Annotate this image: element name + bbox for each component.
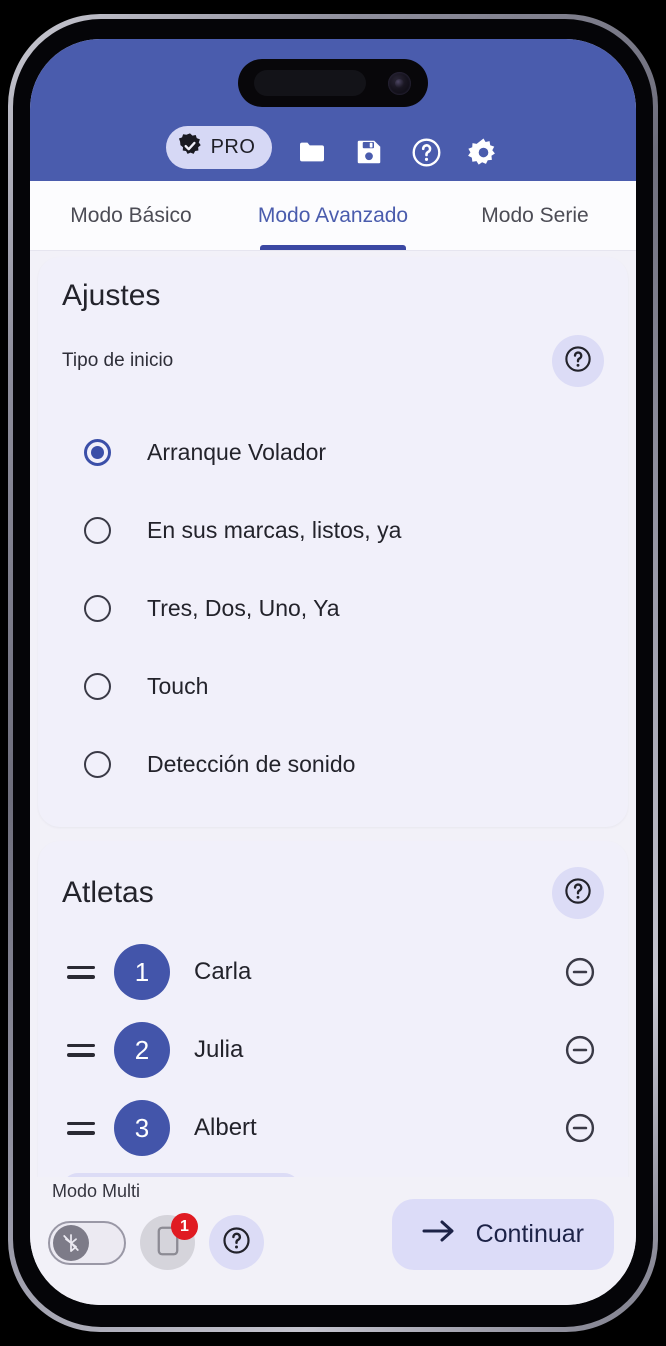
start-type-row: Tipo de inicio [62, 335, 604, 387]
drag-handle-icon[interactable] [66, 1043, 96, 1057]
radio-option-touch[interactable]: Touch [62, 647, 604, 725]
tab-modo-basico[interactable]: Modo Básico [30, 181, 232, 250]
bottom-bar: Modo Multi 1 Continuar [30, 1177, 636, 1305]
athlete-position-badge: 1 [114, 944, 170, 1000]
save-icon[interactable] [352, 135, 386, 169]
mode-tab-bar: Modo Básico Modo Avanzado Modo Serie [30, 181, 636, 251]
athletes-header: Atletas [62, 867, 604, 919]
bottom-help-button[interactable] [209, 1215, 264, 1270]
continue-label: Continuar [475, 1220, 584, 1248]
athletes-card: Atletas 1 Carla 2 Julia 3 Albert [38, 841, 628, 1177]
start-type-radio-group: Arranque Volador En sus marcas, listos, … [62, 413, 604, 803]
start-type-label: Tipo de inicio [62, 350, 174, 371]
continue-button[interactable]: Continuar [391, 1199, 614, 1270]
table-row[interactable]: 1 Carla [62, 933, 604, 1011]
radio-button-icon [84, 750, 111, 778]
folder-icon[interactable] [295, 135, 329, 169]
radio-option-tres-dos-uno-ya[interactable]: Tres, Dos, Uno, Ya [62, 569, 604, 647]
phone-screen: PRO Modo Básico Modo Avanzado Modo Serie… [30, 39, 636, 1305]
athlete-name: Carla [194, 958, 252, 985]
drag-handle-icon[interactable] [66, 965, 96, 979]
help-circle-icon [563, 344, 593, 378]
radio-option-label: Detección de sonido [147, 750, 356, 777]
content-scroll-area[interactable]: Ajustes Tipo de inicio Arranque Volador … [30, 251, 636, 1177]
front-camera-icon [388, 71, 411, 95]
help-circle-icon [563, 876, 593, 910]
bluetooth-off-icon [53, 1224, 89, 1261]
verified-badge-icon [176, 132, 204, 164]
tab-modo-serie[interactable]: Modo Serie [434, 181, 636, 250]
athlete-position-badge: 2 [114, 1022, 170, 1078]
multi-mode-label: Modo Multi [52, 1181, 141, 1201]
drag-handle-icon[interactable] [66, 1121, 96, 1135]
athlete-position-badge: 3 [114, 1100, 170, 1156]
bluetooth-toggle[interactable] [48, 1220, 126, 1265]
radio-option-en-sus-marcas[interactable]: En sus marcas, listos, ya [62, 491, 604, 569]
phone-bezel: PRO Modo Básico Modo Avanzado Modo Serie… [13, 19, 653, 1327]
athlete-name: Julia [194, 1036, 244, 1063]
radio-button-icon [84, 516, 111, 544]
radio-option-label: En sus marcas, listos, ya [147, 516, 402, 543]
settings-card: Ajustes Tipo de inicio Arranque Volador … [38, 257, 628, 827]
help-circle-icon [221, 1225, 252, 1260]
device-button[interactable]: 1 [140, 1213, 198, 1270]
settings-card-title: Ajustes [62, 279, 161, 312]
island-speaker-pill [254, 70, 366, 96]
radio-button-selected-icon [84, 438, 111, 466]
athletes-card-title: Atletas [62, 876, 154, 909]
athlete-name: Albert [194, 1114, 257, 1141]
tab-modo-avanzado[interactable]: Modo Avanzado [232, 181, 434, 250]
radio-option-arranque-volador[interactable]: Arranque Volador [62, 413, 604, 491]
remove-athlete-button[interactable] [560, 1108, 600, 1148]
settings-help-button[interactable] [552, 335, 604, 387]
remove-athlete-button[interactable] [560, 1030, 600, 1070]
pro-badge-label: PRO [210, 136, 256, 158]
radio-option-label: Tres, Dos, Uno, Ya [147, 594, 340, 621]
bottom-controls: 1 [48, 1213, 264, 1270]
arrow-right-icon [422, 1218, 456, 1251]
remove-athlete-button[interactable] [560, 952, 600, 992]
radio-option-deteccion-de-sonido[interactable]: Detección de sonido [62, 725, 604, 803]
pro-badge-button[interactable]: PRO [165, 126, 273, 169]
radio-option-label: Arranque Volador [147, 438, 327, 465]
table-row[interactable]: 3 Albert [62, 1089, 604, 1167]
dynamic-island [238, 59, 428, 107]
radio-button-icon [84, 672, 111, 700]
settings-gear-icon[interactable] [466, 135, 500, 169]
radio-option-label: Touch [147, 672, 209, 699]
table-row[interactable]: 2 Julia [62, 1011, 604, 1089]
radio-button-icon [84, 594, 111, 622]
athletes-list: 1 Carla 2 Julia 3 Albert [62, 933, 604, 1167]
athletes-help-button[interactable] [552, 867, 604, 919]
device-count-badge: 1 [171, 1213, 198, 1240]
help-circle-icon[interactable] [409, 135, 443, 169]
phone-frame: PRO Modo Básico Modo Avanzado Modo Serie… [8, 14, 658, 1332]
